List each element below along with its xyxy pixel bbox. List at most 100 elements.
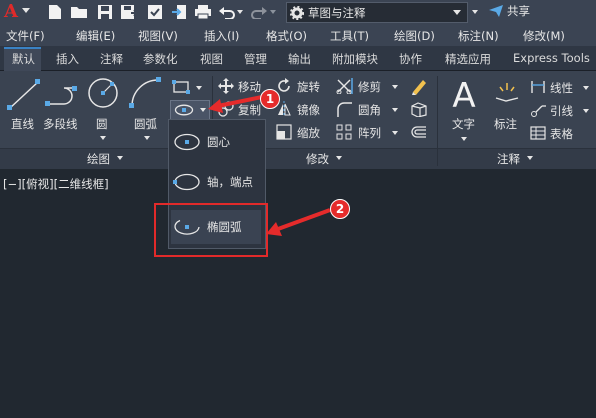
tab-express-tools[interactable]: Express Tools xyxy=(513,51,590,65)
workspace-label: 草图与注释 xyxy=(308,5,366,20)
share-label: 共享 xyxy=(507,4,530,18)
table-button[interactable] xyxy=(530,125,546,144)
annotation-panel-title[interactable]: 注释 xyxy=(497,151,520,167)
menu-edit[interactable]: 编辑(E) xyxy=(76,28,115,44)
modify-panel-expand-icon[interactable] xyxy=(336,156,342,160)
tab-featured-apps[interactable]: 精选应用 xyxy=(445,51,491,67)
panel-separator xyxy=(437,76,438,166)
menu-file[interactable]: 文件(F) xyxy=(6,28,45,44)
ellipse-axis-end-icon xyxy=(173,173,200,191)
linear-dropdown-icon[interactable] xyxy=(583,86,589,90)
array-button[interactable] xyxy=(336,124,352,143)
rotate-label[interactable]: 旋转 xyxy=(297,79,320,95)
redo-icon[interactable] xyxy=(250,3,268,21)
offset-button[interactable] xyxy=(410,124,428,143)
callout-arrow-1 xyxy=(208,95,263,113)
cloud-save-icon[interactable] xyxy=(146,3,164,21)
tab-collaborate[interactable]: 协作 xyxy=(399,51,422,67)
undo-icon[interactable] xyxy=(218,3,236,21)
dimension-icon xyxy=(495,83,519,102)
leader-label[interactable]: 引线 xyxy=(550,103,573,119)
menu-tools[interactable]: 工具(T) xyxy=(330,28,369,44)
menu-insert[interactable]: 插入(I) xyxy=(204,28,239,44)
arc-button[interactable] xyxy=(128,76,162,113)
scale-label[interactable]: 缩放 xyxy=(297,125,320,141)
3d-box-button[interactable] xyxy=(410,101,428,120)
ellipse-center-icon xyxy=(174,133,200,151)
menu-modify[interactable]: 修改(M) xyxy=(523,28,565,44)
text-icon: A xyxy=(452,76,475,116)
table-label[interactable]: 表格 xyxy=(550,126,573,142)
rectangle-button[interactable] xyxy=(172,79,190,98)
workspace-dropdown[interactable]: 草图与注释 xyxy=(286,2,468,23)
polyline-icon xyxy=(45,86,77,106)
array-label[interactable]: 阵列 xyxy=(358,125,381,141)
dimension-label: 标注 xyxy=(494,117,517,131)
menu-draw[interactable]: 绘图(D) xyxy=(394,28,435,44)
arc-icon xyxy=(129,77,161,108)
ellipse-axis-end-option[interactable]: 轴，端点 xyxy=(171,165,261,199)
array-dropdown-icon[interactable] xyxy=(392,131,398,135)
trim-dropdown-icon[interactable] xyxy=(392,85,398,89)
tab-view[interactable]: 视图 xyxy=(200,51,223,67)
annotation-panel-expand-icon[interactable] xyxy=(527,156,533,160)
scale-icon xyxy=(276,124,292,140)
text-label: 文字 xyxy=(452,117,475,131)
menu-format[interactable]: 格式(O) xyxy=(266,28,307,44)
tab-annotate[interactable]: 注释 xyxy=(100,51,123,67)
undo-dropdown-icon[interactable] xyxy=(237,10,243,14)
new-file-icon[interactable] xyxy=(46,3,64,21)
draw-panel-title[interactable]: 绘图 xyxy=(87,151,110,167)
save-icon[interactable] xyxy=(96,3,114,21)
save-as-icon[interactable] xyxy=(120,3,138,21)
fillet-icon xyxy=(337,102,352,117)
polyline-button[interactable] xyxy=(44,78,80,115)
callout-arrow-2 xyxy=(266,208,331,236)
linear-dimension-icon xyxy=(531,81,545,93)
tab-addins[interactable]: 附加模块 xyxy=(332,51,378,67)
ellipse-center-option[interactable]: 圆心 xyxy=(171,125,261,159)
mirror-label[interactable]: 镜像 xyxy=(297,102,320,118)
trim-button[interactable] xyxy=(336,78,354,97)
open-folder-icon[interactable] xyxy=(70,3,88,21)
app-logo[interactable]: A xyxy=(4,2,18,22)
line-button[interactable] xyxy=(6,78,42,115)
draw-panel-expand-icon[interactable] xyxy=(117,156,123,160)
tab-default[interactable]: 默认 xyxy=(12,51,35,67)
ellipse-axis-end-label: 轴，端点 xyxy=(207,175,253,189)
chevron-down-icon xyxy=(453,10,461,15)
circle-label: 圆 xyxy=(96,117,108,131)
redo-dropdown-icon[interactable] xyxy=(270,10,276,14)
linear-button[interactable] xyxy=(530,79,546,98)
tab-insert[interactable]: 插入 xyxy=(56,51,79,67)
fillet-label[interactable]: 圆角 xyxy=(358,102,381,118)
menu-dimension[interactable]: 标注(N) xyxy=(458,28,499,44)
erase-button[interactable] xyxy=(410,77,428,98)
circle-dropdown-icon[interactable] xyxy=(100,136,106,140)
circle-button[interactable] xyxy=(86,76,120,113)
menu-view[interactable]: 视图(V) xyxy=(138,28,178,44)
fillet-button[interactable] xyxy=(336,101,352,120)
tab-output[interactable]: 输出 xyxy=(288,51,311,67)
fillet-dropdown-icon[interactable] xyxy=(392,108,398,112)
arc-dropdown-icon[interactable] xyxy=(144,136,150,140)
trim-label[interactable]: 修剪 xyxy=(358,79,381,95)
text-button[interactable]: A xyxy=(448,74,480,116)
share-button[interactable]: 共享 xyxy=(488,3,530,19)
linear-label[interactable]: 线性 xyxy=(550,80,573,96)
tab-manage[interactable]: 管理 xyxy=(244,51,267,67)
leader-dropdown-icon[interactable] xyxy=(583,109,589,113)
text-dropdown-icon[interactable] xyxy=(461,137,467,141)
quick-access-customize-icon[interactable] xyxy=(472,10,478,14)
rectangle-icon xyxy=(172,80,190,94)
leader-button[interactable] xyxy=(530,102,546,121)
tab-parametric[interactable]: 参数化 xyxy=(143,51,178,67)
app-menu-chevron-icon[interactable] xyxy=(22,8,30,13)
export-icon[interactable] xyxy=(170,3,188,21)
scale-button[interactable] xyxy=(276,124,292,143)
dimension-button[interactable] xyxy=(492,80,522,113)
modify-panel-title[interactable]: 修改 xyxy=(306,151,329,167)
rotate-icon xyxy=(278,78,290,92)
viewport-controls-label[interactable]: [−][俯视][二维线框] xyxy=(3,176,109,192)
print-icon[interactable] xyxy=(194,3,212,21)
